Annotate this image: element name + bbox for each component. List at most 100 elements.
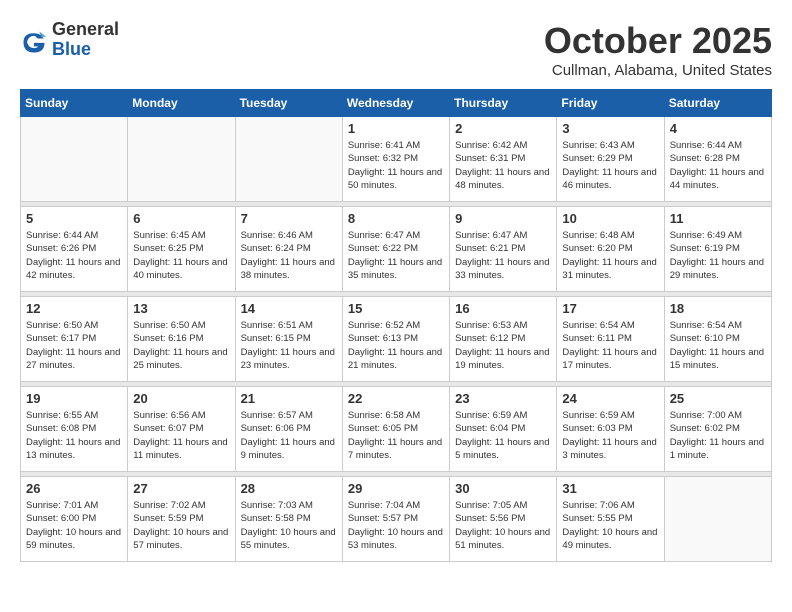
calendar-cell: 6Sunrise: 6:45 AM Sunset: 6:25 PM Daylig… (128, 207, 235, 292)
day-number: 28 (241, 481, 337, 496)
calendar-cell: 24Sunrise: 6:59 AM Sunset: 6:03 PM Dayli… (557, 387, 664, 472)
week-row-2: 5 Sunrise: 6:44 AM Sunset: 6:26 PM Daylig… (21, 207, 772, 292)
day-number: 3 (562, 121, 658, 136)
weekday-header-sunday: Sunday (21, 90, 128, 117)
day-detail: Sunrise: 6:56 AM Sunset: 6:07 PM Dayligh… (133, 409, 229, 462)
week-row-4: 19 Sunrise: 6:55 AM Sunset: 6:08 PM Dayli… (21, 387, 772, 472)
day-detail: Sunrise: 6:59 AM Sunset: 6:04 PM Dayligh… (455, 409, 551, 462)
week-row-3: 12Sunrise: 6:50 AM Sunset: 6:17 PM Dayli… (21, 297, 772, 382)
day-detail: Sunrise: 6:52 AM Sunset: 6:13 PM Dayligh… (348, 319, 444, 372)
calendar-cell (128, 117, 235, 202)
day-number: 6 (133, 211, 229, 226)
day-detail: Sunrise: 7:06 AM Sunset: 5:55 PM Dayligh… (562, 499, 658, 552)
calendar-cell: 18 Sunrise: 6:54 AM Sunset: 6:10 PM Dayli… (664, 297, 771, 382)
logo-blue: Blue (52, 40, 119, 60)
day-number: 2 (455, 121, 551, 136)
day-number: 5 (26, 211, 122, 226)
day-detail: Sunrise: 6:44 AM Sunset: 6:28 PM Dayligh… (670, 139, 766, 192)
day-detail: Sunrise: 7:04 AM Sunset: 5:57 PM Dayligh… (348, 499, 444, 552)
logo-text: General Blue (52, 20, 119, 60)
calendar-cell: 8 Sunrise: 6:47 AM Sunset: 6:22 PM Daylig… (342, 207, 449, 292)
day-number: 16 (455, 301, 551, 316)
day-detail: Sunrise: 6:54 AM Sunset: 6:10 PM Dayligh… (670, 319, 766, 372)
calendar-table: SundayMondayTuesdayWednesdayThursdayFrid… (20, 89, 772, 562)
calendar-cell: 11 Sunrise: 6:49 AM Sunset: 6:19 PM Dayli… (664, 207, 771, 292)
day-detail: Sunrise: 6:50 AM Sunset: 6:16 PM Dayligh… (133, 319, 229, 372)
day-number: 8 (348, 211, 444, 226)
day-detail: Sunrise: 6:43 AM Sunset: 6:29 PM Dayligh… (562, 139, 658, 192)
calendar-cell: 4Sunrise: 6:44 AM Sunset: 6:28 PM Daylig… (664, 117, 771, 202)
calendar-cell: 25 Sunrise: 7:00 AM Sunset: 6:02 PM Dayli… (664, 387, 771, 472)
logo-general: General (52, 20, 119, 40)
calendar-cell: 9 Sunrise: 6:47 AM Sunset: 6:21 PM Daylig… (450, 207, 557, 292)
calendar-cell: 21 Sunrise: 6:57 AM Sunset: 6:06 PM Dayli… (235, 387, 342, 472)
location: Cullman, Alabama, United States (544, 62, 772, 79)
calendar-cell (664, 477, 771, 562)
calendar-cell: 30 Sunrise: 7:05 AM Sunset: 5:56 PM Dayli… (450, 477, 557, 562)
calendar-cell: 12Sunrise: 6:50 AM Sunset: 6:17 PM Dayli… (21, 297, 128, 382)
day-number: 29 (348, 481, 444, 496)
weekday-header-wednesday: Wednesday (342, 90, 449, 117)
day-detail: Sunrise: 6:55 AM Sunset: 6:08 PM Dayligh… (26, 409, 122, 462)
calendar-cell: 16 Sunrise: 6:53 AM Sunset: 6:12 PM Dayli… (450, 297, 557, 382)
calendar-cell: 22Sunrise: 6:58 AM Sunset: 6:05 PM Dayli… (342, 387, 449, 472)
day-number: 22 (348, 391, 444, 406)
calendar-cell: 13 Sunrise: 6:50 AM Sunset: 6:16 PM Dayli… (128, 297, 235, 382)
weekday-header-thursday: Thursday (450, 90, 557, 117)
day-number: 18 (670, 301, 766, 316)
title-block: October 2025 Cullman, Alabama, United St… (544, 20, 772, 79)
day-detail: Sunrise: 6:59 AM Sunset: 6:03 PM Dayligh… (562, 409, 658, 462)
weekday-header-friday: Friday (557, 90, 664, 117)
day-number: 14 (241, 301, 337, 316)
day-number: 30 (455, 481, 551, 496)
day-number: 9 (455, 211, 551, 226)
day-number: 23 (455, 391, 551, 406)
calendar-cell: 29 Sunrise: 7:04 AM Sunset: 5:57 PM Dayli… (342, 477, 449, 562)
day-detail: Sunrise: 6:48 AM Sunset: 6:20 PM Dayligh… (562, 229, 658, 282)
day-detail: Sunrise: 6:54 AM Sunset: 6:11 PM Dayligh… (562, 319, 658, 372)
calendar-cell: 1Sunrise: 6:41 AM Sunset: 6:32 PM Daylig… (342, 117, 449, 202)
calendar-cell: 28 Sunrise: 7:03 AM Sunset: 5:58 PM Dayli… (235, 477, 342, 562)
calendar-cell: 10 Sunrise: 6:48 AM Sunset: 6:20 PM Dayli… (557, 207, 664, 292)
month-title: October 2025 (544, 20, 772, 62)
day-number: 19 (26, 391, 122, 406)
day-number: 11 (670, 211, 766, 226)
calendar-cell: 19 Sunrise: 6:55 AM Sunset: 6:08 PM Dayli… (21, 387, 128, 472)
logo: General Blue (20, 20, 119, 60)
day-detail: Sunrise: 6:47 AM Sunset: 6:22 PM Dayligh… (348, 229, 444, 282)
weekday-header-row: SundayMondayTuesdayWednesdayThursdayFrid… (21, 90, 772, 117)
day-number: 21 (241, 391, 337, 406)
day-detail: Sunrise: 7:05 AM Sunset: 5:56 PM Dayligh… (455, 499, 551, 552)
calendar-cell (235, 117, 342, 202)
day-number: 7 (241, 211, 337, 226)
calendar-cell: 23 Sunrise: 6:59 AM Sunset: 6:04 PM Dayli… (450, 387, 557, 472)
day-number: 13 (133, 301, 229, 316)
day-number: 27 (133, 481, 229, 496)
day-detail: Sunrise: 6:46 AM Sunset: 6:24 PM Dayligh… (241, 229, 337, 282)
calendar-cell: 17Sunrise: 6:54 AM Sunset: 6:11 PM Dayli… (557, 297, 664, 382)
weekday-header-tuesday: Tuesday (235, 90, 342, 117)
day-detail: Sunrise: 6:41 AM Sunset: 6:32 PM Dayligh… (348, 139, 444, 192)
calendar-cell: 26Sunrise: 7:01 AM Sunset: 6:00 PM Dayli… (21, 477, 128, 562)
day-detail: Sunrise: 7:00 AM Sunset: 6:02 PM Dayligh… (670, 409, 766, 462)
day-detail: Sunrise: 7:01 AM Sunset: 6:00 PM Dayligh… (26, 499, 122, 552)
day-detail: Sunrise: 7:03 AM Sunset: 5:58 PM Dayligh… (241, 499, 337, 552)
calendar-cell: 15Sunrise: 6:52 AM Sunset: 6:13 PM Dayli… (342, 297, 449, 382)
day-detail: Sunrise: 6:53 AM Sunset: 6:12 PM Dayligh… (455, 319, 551, 372)
logo-icon (20, 28, 48, 56)
day-detail: Sunrise: 6:44 AM Sunset: 6:26 PM Dayligh… (26, 229, 122, 282)
day-number: 10 (562, 211, 658, 226)
calendar-cell: 20 Sunrise: 6:56 AM Sunset: 6:07 PM Dayli… (128, 387, 235, 472)
day-number: 25 (670, 391, 766, 406)
calendar-cell: 2Sunrise: 6:42 AM Sunset: 6:31 PM Daylig… (450, 117, 557, 202)
page-header: General Blue October 2025 Cullman, Alaba… (20, 20, 772, 79)
calendar-cell: 31Sunrise: 7:06 AM Sunset: 5:55 PM Dayli… (557, 477, 664, 562)
weekday-header-saturday: Saturday (664, 90, 771, 117)
day-number: 20 (133, 391, 229, 406)
day-detail: Sunrise: 6:49 AM Sunset: 6:19 PM Dayligh… (670, 229, 766, 282)
day-detail: Sunrise: 6:51 AM Sunset: 6:15 PM Dayligh… (241, 319, 337, 372)
day-detail: Sunrise: 6:57 AM Sunset: 6:06 PM Dayligh… (241, 409, 337, 462)
week-row-5: 26Sunrise: 7:01 AM Sunset: 6:00 PM Dayli… (21, 477, 772, 562)
calendar-cell: 7 Sunrise: 6:46 AM Sunset: 6:24 PM Daylig… (235, 207, 342, 292)
day-detail: Sunrise: 6:47 AM Sunset: 6:21 PM Dayligh… (455, 229, 551, 282)
